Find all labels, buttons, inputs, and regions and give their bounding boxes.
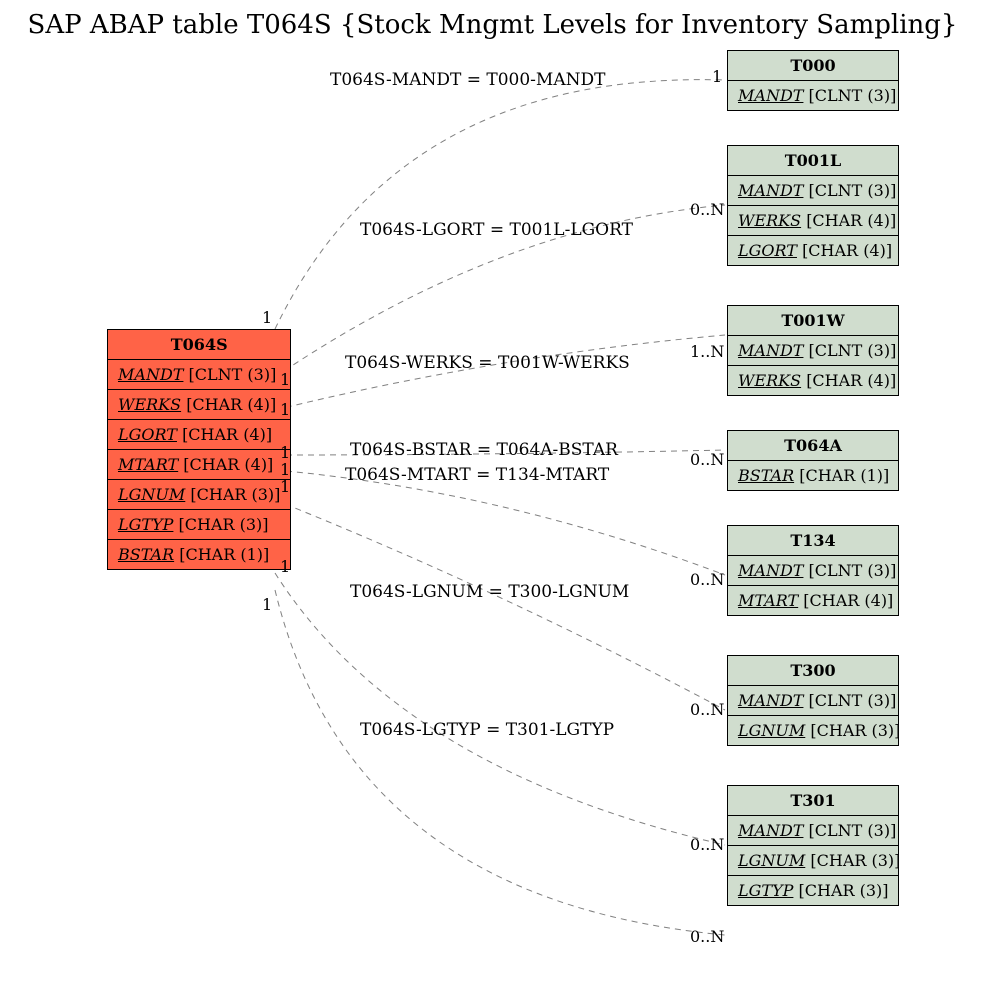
cardinality: 1 — [280, 400, 290, 419]
field: MANDT [CLNT (3)] — [728, 176, 898, 206]
cardinality: 0..N — [690, 570, 724, 589]
entity-header: T134 — [728, 526, 898, 556]
field: WERKS [CHAR (4)] — [108, 390, 290, 420]
field: MANDT [CLNT (3)] — [728, 556, 898, 586]
relation-label: T064S-WERKS = T001W-WERKS — [345, 353, 630, 373]
field: LGNUM [CHAR (3)] — [728, 716, 898, 745]
entity-T001L: T001L MANDT [CLNT (3)] WERKS [CHAR (4)] … — [727, 145, 899, 266]
entity-T134: T134 MANDT [CLNT (3)] MTART [CHAR (4)] — [727, 525, 899, 616]
entity-T000: T000 MANDT [CLNT (3)] — [727, 50, 899, 111]
field: BSTAR [CHAR (1)] — [728, 461, 898, 490]
entity-header: T001L — [728, 146, 898, 176]
relation-label: T064S-LGORT = T001L-LGORT — [360, 220, 633, 240]
cardinality: 1 — [280, 370, 290, 389]
cardinality: 0..N — [690, 927, 724, 946]
field: LGORT [CHAR (4)] — [728, 236, 898, 265]
cardinality: 1 — [712, 67, 722, 86]
field: MANDT [CLNT (3)] — [108, 360, 290, 390]
field: MANDT [CLNT (3)] — [728, 81, 898, 110]
field: LGTYP [CHAR (3)] — [108, 510, 290, 540]
cardinality: 1 — [262, 308, 272, 327]
cardinality: 1 — [280, 557, 290, 576]
cardinality: 1 — [280, 477, 290, 496]
field: LGORT [CHAR (4)] — [108, 420, 290, 450]
field: WERKS [CHAR (4)] — [728, 206, 898, 236]
field: MANDT [CLNT (3)] — [728, 816, 898, 846]
cardinality: 1..N — [690, 342, 724, 361]
relation-label: T064S-MTART = T134-MTART — [345, 465, 609, 485]
field: MANDT [CLNT (3)] — [728, 686, 898, 716]
cardinality: 0..N — [690, 450, 724, 469]
field: LGNUM [CHAR (3)] — [728, 846, 898, 876]
field: MTART [CHAR (4)] — [728, 586, 898, 615]
field: WERKS [CHAR (4)] — [728, 366, 898, 395]
entity-header: T301 — [728, 786, 898, 816]
relation-label: T064S-LGNUM = T300-LGNUM — [350, 582, 629, 602]
field: MTART [CHAR (4)] — [108, 450, 290, 480]
entity-header: T001W — [728, 306, 898, 336]
cardinality: 0..N — [690, 835, 724, 854]
field: LGNUM [CHAR (3)] — [108, 480, 290, 510]
entity-T300: T300 MANDT [CLNT (3)] LGNUM [CHAR (3)] — [727, 655, 899, 746]
cardinality: 0..N — [690, 200, 724, 219]
entity-header: T300 — [728, 656, 898, 686]
entity-T064S: T064S MANDT [CLNT (3)] WERKS [CHAR (4)] … — [107, 329, 291, 570]
relation-label: T064S-BSTAR = T064A-BSTAR — [350, 440, 618, 460]
entity-header: T064A — [728, 431, 898, 461]
relation-label: T064S-LGTYP = T301-LGTYP — [360, 720, 614, 740]
entity-T064A: T064A BSTAR [CHAR (1)] — [727, 430, 899, 491]
entity-header: T064S — [108, 330, 290, 360]
entity-T301: T301 MANDT [CLNT (3)] LGNUM [CHAR (3)] L… — [727, 785, 899, 906]
entity-T001W: T001W MANDT [CLNT (3)] WERKS [CHAR (4)] — [727, 305, 899, 396]
field: BSTAR [CHAR (1)] — [108, 540, 290, 569]
relation-label: T064S-MANDT = T000-MANDT — [330, 70, 605, 90]
diagram-title: SAP ABAP table T064S {Stock Mngmt Levels… — [0, 10, 985, 40]
field: LGTYP [CHAR (3)] — [728, 876, 898, 905]
entity-header: T000 — [728, 51, 898, 81]
cardinality: 0..N — [690, 700, 724, 719]
cardinality: 1 — [262, 595, 272, 614]
field: MANDT [CLNT (3)] — [728, 336, 898, 366]
